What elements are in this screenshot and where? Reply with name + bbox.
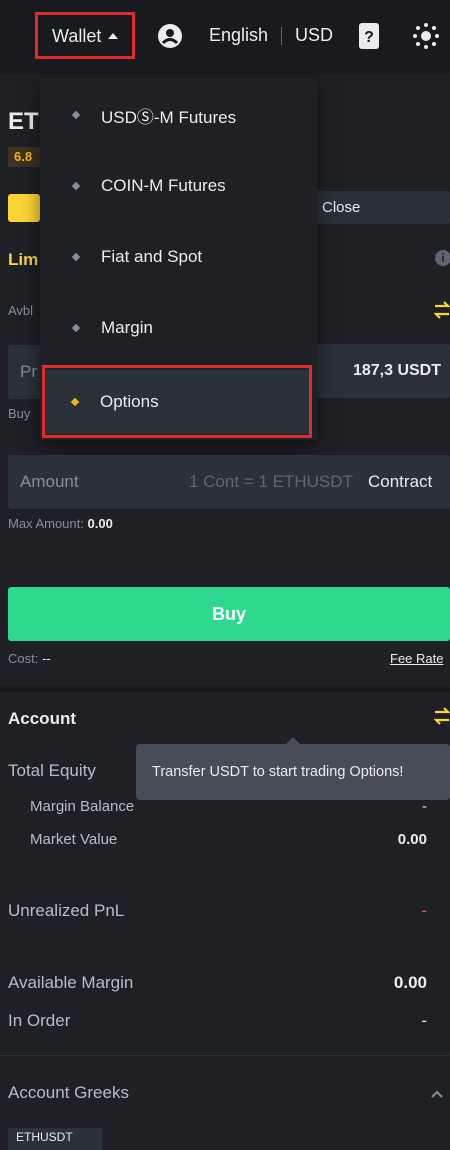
account-greeks-toggle[interactable]: Account Greeks bbox=[8, 1083, 129, 1103]
margin-balance-label: Margin Balance bbox=[30, 798, 135, 815]
menu-item-label: Fiat and Spot bbox=[101, 247, 203, 266]
section-divider-2 bbox=[0, 1055, 450, 1056]
header-divider bbox=[281, 27, 282, 45]
info-icon[interactable]: i bbox=[435, 250, 450, 266]
close-selector[interactable]: Close bbox=[316, 191, 450, 224]
currency-selector[interactable]: USD bbox=[295, 25, 333, 46]
language-selector[interactable]: English bbox=[209, 25, 268, 46]
available-margin-value: 0.00 bbox=[393, 973, 427, 992]
in-order-label: In Order bbox=[8, 1011, 71, 1030]
buy-side-label: Buy bbox=[8, 406, 31, 421]
svg-text:?: ? bbox=[364, 29, 374, 46]
bullet-icon bbox=[71, 323, 81, 333]
price-label: Pr bbox=[20, 362, 37, 381]
menu-item-usds-m-futures[interactable]: USDⓈ-M Futures bbox=[40, 90, 317, 140]
wallet-label: Wallet bbox=[52, 25, 102, 46]
price-value: 187,3 USDT bbox=[352, 362, 441, 379]
close-label: Close bbox=[322, 199, 361, 216]
bullet-icon bbox=[71, 252, 81, 262]
in-order-value: - bbox=[421, 1011, 427, 1030]
menu-item-label: Margin bbox=[101, 318, 153, 337]
menu-item-margin[interactable]: Margin bbox=[40, 303, 317, 353]
price-input[interactable]: 187,3 USDT bbox=[316, 344, 450, 398]
menu-item-label: COIN-M Futures bbox=[101, 176, 226, 195]
menu-item-coin-m-futures[interactable]: COIN-M Futures bbox=[40, 161, 317, 211]
unrealized-pnl-value: - bbox=[421, 901, 427, 920]
contract-unit[interactable]: Contract bbox=[368, 472, 432, 492]
limit-tab[interactable]: Lim bbox=[8, 250, 38, 270]
caret-up-icon bbox=[108, 33, 119, 39]
bullet-icon bbox=[71, 110, 81, 120]
fee-rate-link[interactable]: Fee Rate bbox=[390, 651, 443, 666]
margin-balance-value: - bbox=[422, 798, 427, 815]
bullet-icon bbox=[71, 181, 81, 191]
unrealized-pnl-label: Unrealized PnL bbox=[8, 901, 125, 920]
chevron-up-icon[interactable] bbox=[431, 1086, 443, 1098]
account-title: Account bbox=[8, 709, 76, 728]
wallet-menu-button[interactable]: Wallet bbox=[52, 24, 119, 48]
menu-item-fiat-and-spot[interactable]: Fiat and Spot bbox=[40, 232, 317, 282]
cost-row: Cost: -- bbox=[8, 651, 51, 666]
max-amount: Max Amount: 0.00 bbox=[8, 516, 113, 531]
transfer-tooltip: Transfer USDT to start trading Options! bbox=[136, 737, 450, 800]
amount-placeholder: Amount bbox=[20, 472, 79, 491]
user-avatar-icon[interactable] bbox=[157, 23, 183, 49]
tooltip-text: Transfer USDT to start trading Options! bbox=[152, 764, 404, 780]
amount-input[interactable]: Amount 1 Cont = 1 ETHUSDT Contract bbox=[8, 455, 450, 509]
contract-hint: 1 Cont = 1 ETHUSDT bbox=[189, 472, 353, 491]
tooltip-arrow bbox=[286, 737, 300, 744]
total-equity-label: Total Equity bbox=[8, 761, 96, 780]
pair-title: ET bbox=[8, 108, 39, 135]
available-margin-label: Available Margin bbox=[8, 973, 134, 992]
download-app-icon[interactable]: ? bbox=[357, 22, 381, 50]
transfer-icon[interactable] bbox=[433, 301, 450, 319]
available-label: Avbl bbox=[8, 303, 34, 318]
menu-item-label: USDⓈ-M Futures bbox=[101, 107, 237, 127]
market-value-label: Market Value bbox=[30, 831, 118, 848]
market-value-value: 0.00 bbox=[397, 831, 427, 848]
buy-button[interactable]: Buy bbox=[8, 587, 450, 641]
account-transfer-icon[interactable] bbox=[433, 707, 450, 725]
coin-icon bbox=[8, 194, 40, 222]
greeks-symbol-tag[interactable]: ETHUSDT bbox=[8, 1128, 102, 1150]
settings-icon[interactable] bbox=[412, 22, 440, 50]
section-divider bbox=[0, 686, 450, 692]
options-highlight bbox=[42, 365, 312, 438]
